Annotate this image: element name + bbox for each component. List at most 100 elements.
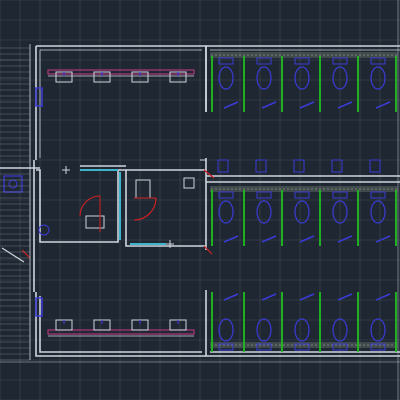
hatch-dot (391, 54, 393, 56)
hatch-dot (343, 188, 345, 190)
hatch-dot (363, 344, 365, 346)
hatch-dot (219, 188, 221, 190)
hatch-dot (295, 188, 297, 190)
hatch-dot (367, 344, 369, 346)
hatch-dot (359, 54, 361, 56)
hatch-dot (247, 54, 249, 56)
hatch-dot (271, 188, 273, 190)
hatch-dot (247, 188, 249, 190)
hatch-dot (211, 188, 213, 190)
hatch-dot (283, 54, 285, 56)
hatch-dot (283, 344, 285, 346)
hatch-dot (223, 188, 225, 190)
hatch-dot (331, 54, 333, 56)
hatch-dot (239, 344, 241, 346)
hatch-dot (235, 188, 237, 190)
hatch-dot (299, 54, 301, 56)
hatch-dot (379, 54, 381, 56)
hatch-dot (335, 54, 337, 56)
floor-plan-drawing (0, 0, 400, 400)
hatch-dot (247, 344, 249, 346)
hatch-dot (243, 54, 245, 56)
hatch-dot (355, 188, 357, 190)
hatch-dot (275, 188, 277, 190)
hatch-dot (215, 188, 217, 190)
hatch-dot (395, 54, 397, 56)
hatch-dot (231, 54, 233, 56)
hatch-dot (359, 188, 361, 190)
hatch-dot (371, 54, 373, 56)
hatch-dot (355, 344, 357, 346)
hatch-dot (251, 54, 253, 56)
hatch-dot (327, 188, 329, 190)
hatch-dot (255, 188, 257, 190)
hatch-dot (327, 344, 329, 346)
hatch-dot (375, 54, 377, 56)
hatch-dot (307, 54, 309, 56)
hatch-dot (279, 188, 281, 190)
hatch-dot (235, 54, 237, 56)
hatch-dot (319, 188, 321, 190)
hatch-dot (219, 54, 221, 56)
hatch-dot (239, 54, 241, 56)
hatch-dot (311, 188, 313, 190)
hatch-dot (311, 54, 313, 56)
hatch-dot (259, 54, 261, 56)
hatch-dot (287, 344, 289, 346)
hatch-dot (339, 188, 341, 190)
hatch-dot (235, 344, 237, 346)
hatch-dot (359, 344, 361, 346)
hatch-dot (311, 344, 313, 346)
hatch-dot (231, 188, 233, 190)
hatch-dot (323, 54, 325, 56)
hatch-dot (283, 188, 285, 190)
hatch-dot (387, 188, 389, 190)
hatch-dot (267, 188, 269, 190)
hatch-dot (295, 54, 297, 56)
hatch-dot (259, 188, 261, 190)
hatch-dot (319, 54, 321, 56)
hatch-dot (263, 54, 265, 56)
hatch-dot (315, 188, 317, 190)
hatch-dot (335, 188, 337, 190)
grid-layer (0, 0, 400, 400)
hatch-dot (255, 54, 257, 56)
hatch-dot (307, 188, 309, 190)
hatch-dot (275, 54, 277, 56)
hatch-dot (383, 54, 385, 56)
hatch-dot (323, 344, 325, 346)
hatch-dot (391, 344, 393, 346)
hatch-dot (263, 188, 265, 190)
hatch-dot (279, 344, 281, 346)
hatch-dot (291, 344, 293, 346)
hatch-dot (227, 188, 229, 190)
hatch-dot (291, 54, 293, 56)
hatch-dot (267, 54, 269, 56)
hatch-dot (215, 344, 217, 346)
hatch-dot (339, 54, 341, 56)
hatch-dot (383, 188, 385, 190)
hatch-dot (387, 344, 389, 346)
hatch-dot (347, 54, 349, 56)
hatch-dot (391, 188, 393, 190)
hatch-dot (327, 54, 329, 56)
hatch-dot (239, 188, 241, 190)
hatch-dot (215, 54, 217, 56)
hatch-dot (223, 54, 225, 56)
hatch-dot (363, 54, 365, 56)
hatch-dot (343, 54, 345, 56)
hatch-dot (395, 188, 397, 190)
hatch-dot (379, 188, 381, 190)
hatch-dot (211, 54, 213, 56)
hatch-dot (287, 188, 289, 190)
hatch-dot (331, 188, 333, 190)
hatch-dot (279, 54, 281, 56)
hatch-dot (275, 344, 277, 346)
hatch-dot (351, 54, 353, 56)
hatch-dot (243, 188, 245, 190)
hatch-dot (303, 54, 305, 56)
hatch-dot (367, 54, 369, 56)
hatch-dot (251, 188, 253, 190)
hatch-dot (375, 188, 377, 190)
hatch-dot (355, 54, 357, 56)
